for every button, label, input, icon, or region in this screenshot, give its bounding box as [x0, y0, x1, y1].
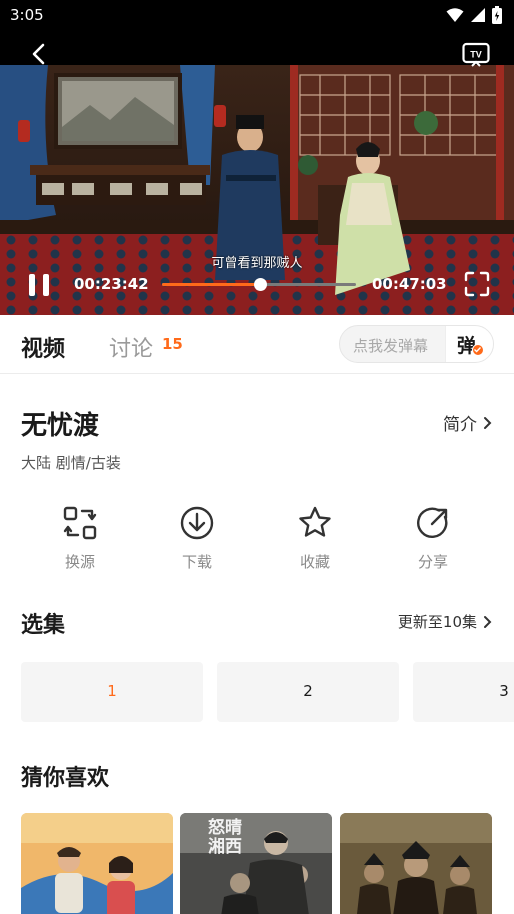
switch-source-label: 换源 — [64, 553, 95, 571]
current-time: 00:23:42 — [74, 275, 149, 293]
progress-slider[interactable] — [162, 278, 356, 291]
episode-item[interactable]: 2 — [217, 662, 399, 722]
poster-calligraphy-title: 怒晴湘西 — [208, 818, 242, 857]
battery-icon — [492, 6, 502, 24]
intro-label: 简介 — [443, 415, 477, 435]
status-time: 3:05 — [10, 6, 44, 24]
danmaku-check-icon — [472, 344, 484, 356]
recommend-title: 猜你喜欢 — [21, 766, 110, 791]
poster-image — [180, 813, 332, 914]
danmaku-toggle-button[interactable]: 弹 — [445, 326, 493, 362]
progress-fill — [162, 283, 260, 286]
episode-list: 1 2 3 — [21, 662, 514, 722]
share-label: 分享 — [417, 553, 448, 571]
show-title: 无忧渡 — [21, 411, 100, 441]
video-player[interactable]: TV 可曾看到那贼人 00:23:42 00:47:03 — [0, 30, 514, 315]
poster-image — [21, 813, 173, 914]
episode-number: 3 — [499, 682, 509, 700]
status-bar: 3:05 — [0, 0, 514, 30]
pause-icon[interactable] — [26, 272, 52, 298]
tab-discuss[interactable]: 讨论 — [109, 331, 153, 363]
fullscreen-icon[interactable] — [464, 271, 490, 297]
progress-knob[interactable] — [253, 278, 267, 291]
player-top-bar — [0, 30, 514, 65]
action-bar: 换源 下载 收藏 分享 — [0, 505, 514, 585]
download-button[interactable]: 下载 — [157, 505, 237, 572]
signal-icon — [471, 8, 485, 22]
danmaku-placeholder: 点我发弹幕 — [353, 337, 429, 355]
chevron-right-icon — [484, 615, 492, 628]
share-icon — [417, 507, 448, 538]
switch-source-icon — [63, 506, 97, 540]
recommend-poster[interactable] — [340, 813, 492, 914]
status-icons — [446, 6, 502, 24]
episode-number: 1 — [107, 682, 117, 700]
download-label: 下载 — [181, 553, 212, 571]
show-meta: 大陆 剧情/古装 — [21, 454, 121, 472]
discuss-count-badge: 15 — [162, 335, 183, 353]
intro-link[interactable]: 简介 — [443, 410, 492, 435]
episode-number: 2 — [303, 682, 313, 700]
poster-image — [340, 813, 492, 914]
tv-cast-icon[interactable]: TV — [462, 42, 490, 68]
wifi-icon — [446, 8, 464, 22]
favorite-button[interactable]: 收藏 — [275, 505, 355, 572]
svg-text:TV: TV — [470, 50, 482, 60]
recommend-poster[interactable] — [21, 813, 173, 914]
episodes-more-link[interactable]: 更新至10集 — [398, 611, 492, 632]
episodes-title: 选集 — [21, 613, 66, 638]
switch-source-button[interactable]: 换源 — [40, 505, 120, 572]
episode-item[interactable]: 3 — [413, 662, 514, 722]
chevron-right-icon — [484, 416, 492, 429]
recommend-poster[interactable]: 怒晴湘西 — [180, 813, 332, 914]
tab-video[interactable]: 视频 — [21, 331, 65, 363]
content-tabs: 视频 讨论 15 点我发弹幕 弹 — [0, 315, 514, 374]
total-time: 00:47:03 — [372, 275, 447, 293]
download-icon — [180, 506, 214, 540]
share-button[interactable]: 分享 — [393, 505, 473, 572]
player-controls: 00:23:42 00:47:03 — [0, 268, 514, 302]
back-icon[interactable] — [28, 42, 50, 66]
episode-item[interactable]: 1 — [21, 662, 203, 722]
recommend-list: 怒晴湘西 — [21, 813, 514, 914]
star-icon — [299, 506, 331, 537]
danmaku-input[interactable]: 点我发弹幕 弹 — [339, 325, 494, 363]
favorite-label: 收藏 — [299, 553, 330, 571]
episodes-update-label: 更新至10集 — [397, 613, 477, 631]
